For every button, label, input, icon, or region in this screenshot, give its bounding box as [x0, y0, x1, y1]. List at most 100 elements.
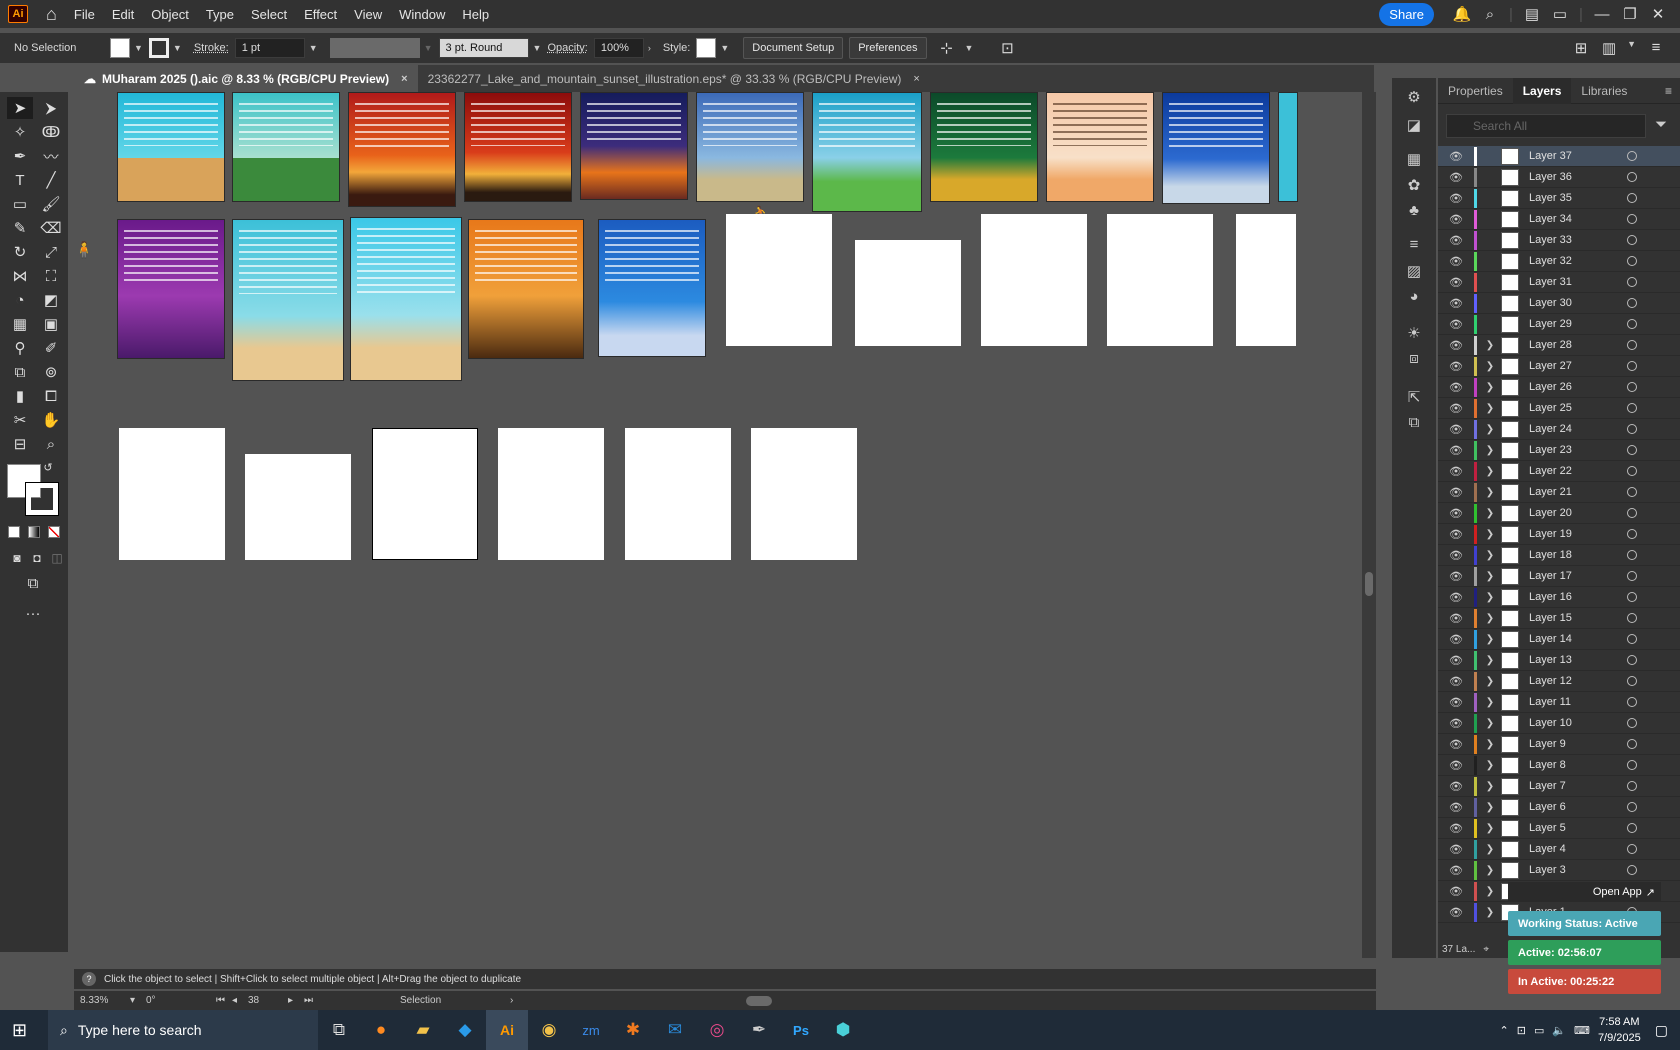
align-icon[interactable]: ⊹	[933, 39, 961, 57]
visibility-eye-icon[interactable]: 👁	[1444, 528, 1468, 541]
task-view-icon[interactable]: ⧉	[318, 1010, 360, 1050]
visibility-eye-icon[interactable]: 👁	[1444, 444, 1468, 457]
layer-name[interactable]: Layer 20	[1529, 507, 1619, 519]
layer-name[interactable]: Layer 8	[1529, 759, 1619, 771]
scroll-thumb[interactable]	[1365, 572, 1373, 596]
target-circle-icon[interactable]	[1627, 634, 1637, 644]
layer-name[interactable]: Layer 4	[1529, 843, 1619, 855]
layer-name[interactable]: Layer 33	[1529, 234, 1619, 246]
pen-tool-icon[interactable]: ✒	[7, 145, 33, 167]
graphic-styles-icon[interactable]: ◪	[1402, 116, 1426, 138]
target-circle-icon[interactable]	[1627, 151, 1637, 161]
layer-row[interactable]: 👁 ❯ Layer 23	[1438, 440, 1680, 461]
artboard-blank[interactable]	[1107, 214, 1213, 346]
expand-chevron-icon[interactable]: ❯	[1483, 508, 1497, 519]
layer-row[interactable]: 👁 ❯ Layer 21	[1438, 482, 1680, 503]
menu-edit[interactable]: Edit	[112, 7, 134, 22]
visibility-eye-icon[interactable]: 👁	[1444, 549, 1468, 562]
artboard[interactable]	[464, 92, 572, 202]
visibility-eye-icon[interactable]: 👁	[1444, 570, 1468, 583]
help-icon[interactable]: ?	[82, 972, 96, 986]
taskbar-search[interactable]: ⌕ Type here to search	[48, 1010, 318, 1050]
visibility-eye-icon[interactable]: 👁	[1444, 339, 1468, 352]
expand-chevron-icon[interactable]: ❯	[1483, 655, 1497, 666]
layer-row[interactable]: 👁 ❯ Layer 18	[1438, 545, 1680, 566]
horizontal-scroll-thumb[interactable]	[746, 995, 772, 1006]
layer-row[interactable]: 👁 ❯ Layer 11	[1438, 692, 1680, 713]
layer-name[interactable]: Layer 9	[1529, 738, 1619, 750]
artboard-blank[interactable]	[119, 428, 225, 560]
layer-row[interactable]: 👁 ❯ Layer 25	[1438, 398, 1680, 419]
target-circle-icon[interactable]	[1627, 655, 1637, 665]
tab-layers[interactable]: Layers	[1512, 77, 1572, 104]
color-mode-icon[interactable]	[8, 526, 20, 538]
artboard[interactable]	[812, 92, 922, 212]
share-button[interactable]: Share	[1379, 2, 1434, 26]
expand-chevron-icon[interactable]: ❯	[1483, 865, 1497, 876]
chevron-down-icon[interactable]: ▼	[173, 43, 182, 53]
tab-lake-sunset[interactable]: 23362277_Lake_and_mountain_sunset_illust…	[418, 65, 930, 92]
direct-selection-tool-icon[interactable]: ⮞	[38, 97, 64, 119]
layer-name[interactable]: Layer 36	[1529, 171, 1619, 183]
layer-name[interactable]: Layer 34	[1529, 213, 1619, 225]
slice-tool-icon[interactable]: ✂	[7, 409, 33, 431]
xampp-icon[interactable]: ✱	[612, 1010, 654, 1050]
menu-help[interactable]: Help	[462, 7, 489, 22]
layer-row[interactable]: 👁 ❯ Layer 5	[1438, 818, 1680, 839]
layer-row[interactable]: 👁 ❯ Layer 24	[1438, 419, 1680, 440]
layer-row[interactable]: 👁 ❯ Layer 22	[1438, 461, 1680, 482]
layer-name[interactable]: Layer 19	[1529, 528, 1619, 540]
expand-chevron-icon[interactable]: ❯	[1483, 634, 1497, 645]
print-tiling-tool-icon[interactable]: ⊟	[7, 433, 33, 455]
layer-name[interactable]: Layer 23	[1529, 444, 1619, 456]
layer-row[interactable]: 👁 ❯ Layer 8	[1438, 755, 1680, 776]
layer-name[interactable]: Layer 14	[1529, 633, 1619, 645]
visibility-eye-icon[interactable]: 👁	[1444, 318, 1468, 331]
notifications-icon[interactable]: ▢	[1655, 1022, 1668, 1039]
expand-chevron-icon[interactable]: ❯	[1483, 844, 1497, 855]
arrange-icon[interactable]: ▭	[1546, 5, 1574, 23]
layer-row[interactable]: 👁 ❯ Layer 10	[1438, 713, 1680, 734]
target-circle-icon[interactable]	[1627, 193, 1637, 203]
panel-layout-icon[interactable]: ▥	[1595, 39, 1623, 57]
layer-name[interactable]: Layer 26	[1529, 381, 1619, 393]
chevron-down-icon[interactable]: ▼	[720, 43, 729, 53]
windows-start-icon[interactable]: ⊞	[12, 1020, 27, 1041]
target-circle-icon[interactable]	[1627, 592, 1637, 602]
layer-row[interactable]: 👁 ❯ Layer 16	[1438, 587, 1680, 608]
type-tool-icon[interactable]: T	[7, 169, 33, 191]
graph-tool-icon[interactable]: ▮	[7, 385, 33, 407]
photoshop-icon[interactable]: Ps	[780, 1010, 822, 1050]
chevron-down-icon[interactable]: ▼	[533, 43, 542, 53]
visibility-eye-icon[interactable]: 👁	[1444, 612, 1468, 625]
target-circle-icon[interactable]	[1627, 508, 1637, 518]
selection-tool-icon[interactable]: ➤	[7, 97, 33, 119]
expand-chevron-icon[interactable]: ❯	[1483, 802, 1497, 813]
layer-row[interactable]: 👁 Layer 36	[1438, 167, 1680, 188]
none-mode-icon[interactable]	[48, 526, 60, 538]
layer-name[interactable]: Layer 7	[1529, 780, 1619, 792]
layer-row[interactable]: 👁 Layer 35	[1438, 188, 1680, 209]
panel-menu-icon[interactable]: ≡	[1665, 84, 1672, 98]
close-tab-icon[interactable]: ×	[913, 73, 919, 85]
layer-row[interactable]: 👁 Layer 33	[1438, 230, 1680, 251]
artboard-blank[interactable]	[498, 428, 604, 560]
volume-icon[interactable]: 🔈	[1552, 1024, 1566, 1037]
next-artboard-icon[interactable]: ▸	[288, 995, 304, 1006]
artboard[interactable]	[1046, 92, 1154, 202]
close-tab-icon[interactable]: ×	[401, 73, 407, 85]
layer-row[interactable]: 👁 ❯ Layer 9	[1438, 734, 1680, 755]
canvas[interactable]: ⛹ 🧍	[74, 92, 1376, 958]
mesh-tool-icon[interactable]: ▦	[7, 313, 33, 335]
menu-effect[interactable]: Effect	[304, 7, 337, 22]
layer-name[interactable]: Layer 17	[1529, 570, 1619, 582]
brushes-icon[interactable]: ✿	[1402, 176, 1426, 198]
screen-mode-icon[interactable]: ⧉	[20, 572, 46, 594]
swatches-icon[interactable]: ▦	[1402, 150, 1426, 172]
isolate-icon[interactable]: ⊡	[993, 39, 1021, 57]
layers-search-input[interactable]: Search All	[1446, 114, 1646, 138]
network-icon[interactable]: ⊡	[1517, 1024, 1526, 1037]
target-circle-icon[interactable]	[1627, 823, 1637, 833]
target-circle-icon[interactable]	[1627, 214, 1637, 224]
target-circle-icon[interactable]	[1627, 256, 1637, 266]
